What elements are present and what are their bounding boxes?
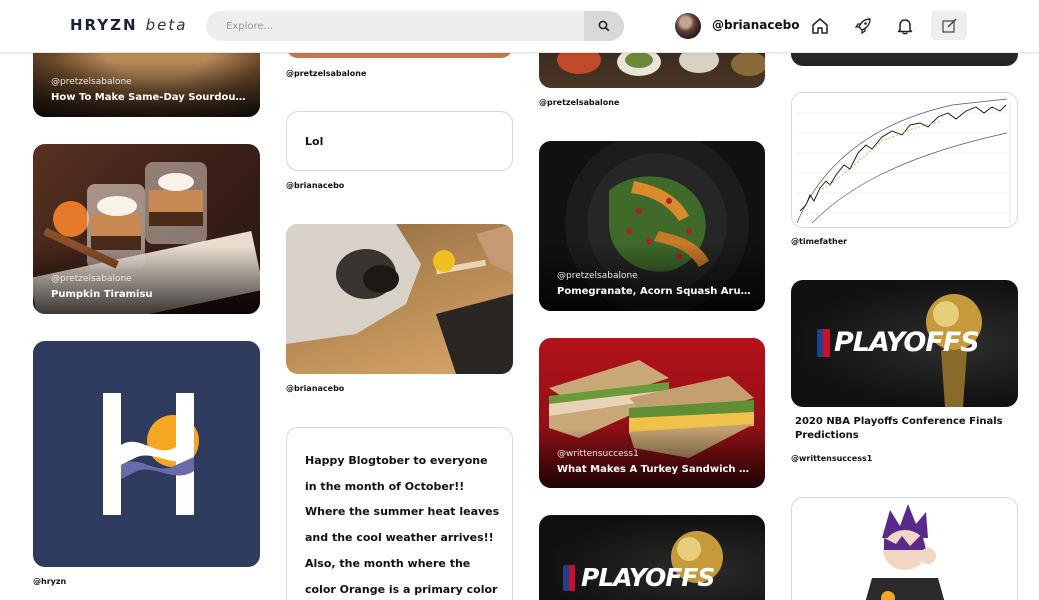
card-title: Pomegranate, Acorn Squash Arugul... bbox=[557, 286, 751, 297]
post-card-tiramisu[interactable]: @pretzelsabalone Pumpkin Tiramisu bbox=[33, 144, 260, 314]
card-title: What Makes A Turkey Sandwich Gre... bbox=[557, 464, 751, 475]
playoffs-logo-text: PLAYOFFS bbox=[834, 327, 980, 358]
post-text: Happy Blogtober to everyone in the month… bbox=[305, 454, 500, 596]
card-author[interactable]: @pretzelsabalone bbox=[51, 274, 132, 284]
logo-text: HRYZN bbox=[70, 16, 138, 34]
post-card-playoffs-2[interactable]: PLAYOFFS bbox=[539, 515, 765, 600]
post-author[interactable]: @pretzelsabalone bbox=[286, 69, 366, 78]
search-bar bbox=[206, 11, 624, 41]
post-title[interactable]: 2020 NBA Playoffs Conference Finals Pred… bbox=[795, 415, 1010, 442]
post-card-playoffs[interactable]: PLAYOFFS bbox=[791, 280, 1018, 407]
post-author[interactable]: @hryzn bbox=[33, 577, 66, 586]
post-card-lol[interactable]: Lol bbox=[286, 111, 513, 171]
card-title: Pumpkin Tiramisu bbox=[51, 289, 153, 300]
notifications-button[interactable] bbox=[893, 14, 917, 38]
avatar[interactable] bbox=[675, 13, 701, 39]
rocket-icon bbox=[854, 18, 871, 35]
dog-image bbox=[286, 224, 513, 374]
card-overlay bbox=[33, 58, 260, 117]
compose-icon bbox=[942, 18, 957, 33]
post-card-blogtober[interactable]: Happy Blogtober to everyone in the month… bbox=[286, 427, 513, 600]
post-card-anime[interactable] bbox=[791, 497, 1018, 600]
post-card-sandwich[interactable]: @writtensuccess1 What Makes A Turkey San… bbox=[539, 338, 765, 488]
post-author[interactable]: @writtensuccess1 bbox=[791, 454, 872, 463]
hryzn-logo-image bbox=[103, 393, 199, 515]
home-button[interactable] bbox=[808, 14, 832, 38]
card-title: How To Make Same-Day Sourdough ... bbox=[51, 92, 246, 103]
explore-button[interactable] bbox=[851, 14, 875, 38]
playoffs-logo-text: PLAYOFFS bbox=[581, 563, 715, 592]
post-text: Lol bbox=[305, 135, 324, 148]
card-author[interactable]: @pretzelsabalone bbox=[557, 271, 638, 281]
post-card-dog[interactable] bbox=[286, 224, 513, 374]
search-button[interactable] bbox=[584, 11, 624, 41]
post-author[interactable]: @brianacebo bbox=[286, 181, 344, 190]
logo-beta: beta bbox=[145, 16, 188, 34]
post-card-chart[interactable] bbox=[791, 92, 1018, 228]
search-icon bbox=[598, 20, 610, 32]
home-icon bbox=[812, 18, 828, 34]
bell-icon bbox=[897, 19, 913, 35]
card-author[interactable]: @pretzelsabalone bbox=[51, 77, 132, 87]
post-author[interactable]: @brianacebo bbox=[286, 384, 344, 393]
logo[interactable]: HRYZN beta bbox=[70, 16, 187, 34]
post-author[interactable]: @pretzelsabalone bbox=[539, 98, 619, 107]
search-input[interactable] bbox=[206, 11, 586, 41]
price-chart-image bbox=[792, 93, 1017, 227]
post-author[interactable]: @timefather bbox=[791, 237, 847, 246]
top-nav: HRYZN beta @brianacebo bbox=[0, 0, 1039, 53]
post-card-hryzn-logo[interactable] bbox=[33, 341, 260, 567]
compose-button[interactable] bbox=[931, 11, 967, 40]
anime-character-image bbox=[865, 504, 945, 600]
username-link[interactable]: @brianacebo bbox=[712, 18, 799, 32]
card-author[interactable]: @writtensuccess1 bbox=[557, 449, 639, 459]
post-card-salad[interactable]: @pretzelsabalone Pomegranate, Acorn Squa… bbox=[539, 141, 765, 311]
